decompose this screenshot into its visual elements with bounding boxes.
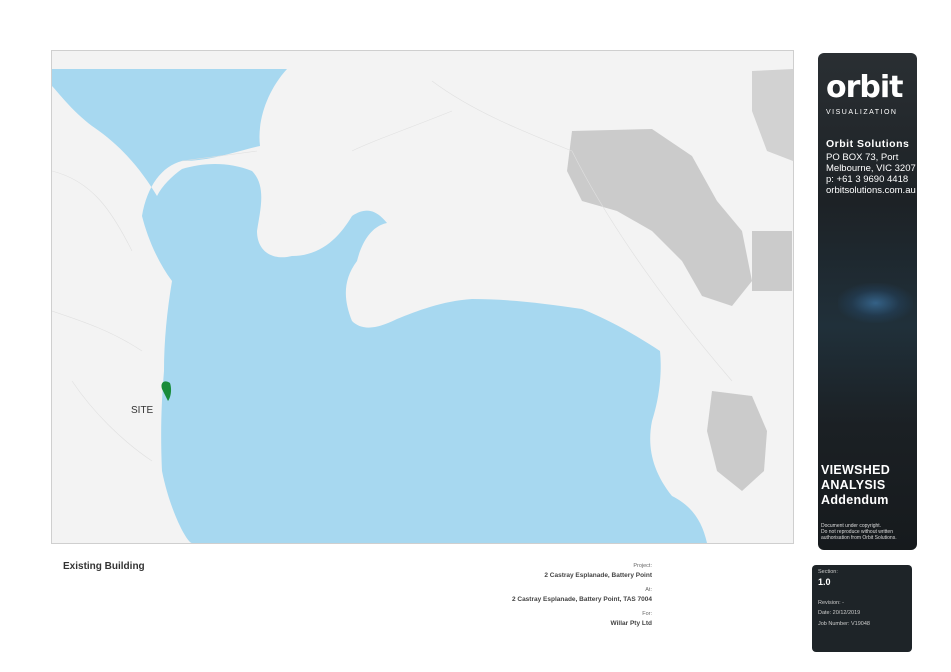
- logo-word: orbit: [826, 70, 904, 105]
- at-value: 2 Castray Esplanade, Battery Point, TAS …: [511, 596, 652, 603]
- map-frame: N: [51, 50, 794, 544]
- section-heading: Section:: [818, 569, 838, 575]
- date: Date: 20/12/2019: [818, 610, 861, 616]
- title-line2: ANALYSIS: [821, 478, 886, 492]
- peninsula-north: [260, 143, 353, 227]
- map-canvas: [52, 51, 793, 543]
- project-info: Project: 2 Castray Esplanade, Battery Po…: [512, 562, 652, 634]
- company-details: Orbit Solutions PO BOX 73, Port Melbourn…: [826, 138, 916, 197]
- copyright-line3: authorisation from Orbit Solutions.: [821, 535, 897, 541]
- revision: Revision: -: [818, 600, 844, 606]
- view-label: Existing Building: [63, 561, 145, 572]
- orbit-logo: orbit VISUALIZATION: [826, 70, 912, 117]
- copyright-notice: Document under copyright. Do not reprodu…: [821, 523, 915, 541]
- for-value: Willar Pty Ltd: [610, 620, 652, 627]
- title-line1: VIEWSHED: [821, 463, 891, 477]
- address-line2: Melbourne, VIC 3207: [826, 163, 916, 174]
- document-title: VIEWSHED ANALYSIS Addendum: [821, 463, 915, 508]
- phone-number: p: +61 3 9690 4418: [826, 174, 909, 185]
- job-number: Job Number: V19048: [818, 621, 870, 627]
- logo-subtitle: VISUALIZATION: [826, 109, 898, 116]
- info-panel: orbit VISUALIZATION Orbit Solutions PO B…: [818, 53, 917, 550]
- site-label: SITE: [131, 405, 154, 416]
- title-line3: Addendum: [821, 493, 889, 507]
- project-heading: Project:: [633, 563, 652, 569]
- for-heading: For:: [642, 611, 652, 617]
- company-name: Orbit Solutions: [826, 138, 910, 150]
- decorative-glow: [838, 283, 913, 323]
- address-line1: PO BOX 73, Port: [826, 152, 899, 163]
- at-heading: At:: [645, 587, 652, 593]
- section-box: Section: 1.0 Revision: - Date: 20/12/201…: [812, 565, 912, 652]
- project-value: 2 Castray Esplanade, Battery Point: [544, 572, 652, 579]
- website: orbitsolutions.com.au: [826, 185, 916, 196]
- section-value: 1.0: [818, 577, 831, 587]
